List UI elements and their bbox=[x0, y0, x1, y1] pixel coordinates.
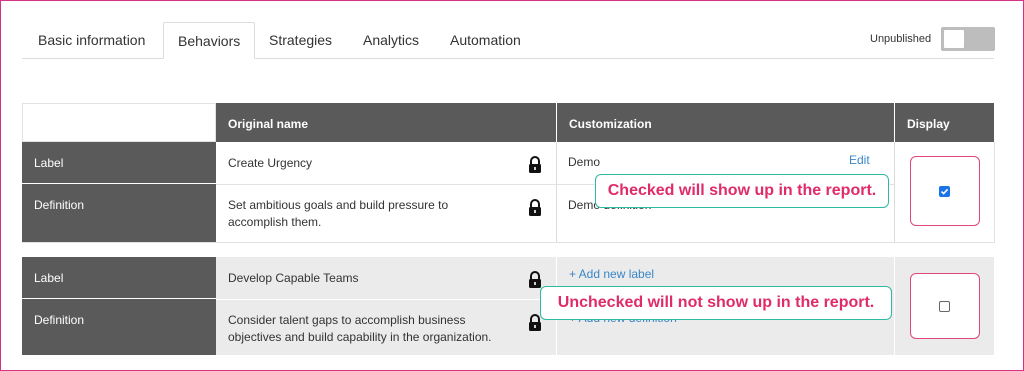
original-definition: Set ambitious goals and build pressure t… bbox=[228, 198, 449, 229]
row-head-definition: Definition bbox=[22, 299, 216, 355]
display-checkbox-unchecked[interactable] bbox=[939, 301, 950, 312]
customization-label[interactable]: Demo bbox=[556, 155, 756, 169]
toggle-knob bbox=[944, 30, 964, 48]
table-header: Original name Customization Display bbox=[22, 103, 994, 142]
header-original-name: Original name bbox=[216, 103, 556, 142]
tab-bar: Basic information Behaviors Strategies A… bbox=[22, 22, 994, 59]
row-head-definition: Definition bbox=[22, 184, 216, 242]
callout-unchecked: Unchecked will not show up in the report… bbox=[540, 286, 892, 320]
original-definition: Consider talent gaps to accomplish busin… bbox=[228, 313, 492, 344]
row-head-label: Label bbox=[22, 142, 216, 184]
original-label: Create Urgency bbox=[228, 156, 313, 170]
callout-checked: Checked will show up in the report. bbox=[595, 174, 889, 208]
tab-strategies[interactable]: Strategies bbox=[255, 22, 346, 58]
header-customization: Customization bbox=[556, 103, 894, 142]
header-blank bbox=[22, 103, 216, 142]
lock-icon bbox=[529, 271, 541, 288]
row-head-label: Label bbox=[22, 257, 216, 299]
publish-toggle[interactable] bbox=[941, 27, 995, 51]
tab-analytics[interactable]: Analytics bbox=[349, 22, 433, 58]
edit-link[interactable]: Edit bbox=[849, 153, 870, 167]
display-checkbox-checked[interactable] bbox=[939, 186, 950, 197]
tab-basic-information[interactable]: Basic information bbox=[24, 22, 159, 58]
row-divider bbox=[216, 299, 556, 300]
lock-icon bbox=[529, 156, 541, 173]
header-display: Display bbox=[894, 103, 994, 142]
column-divider bbox=[894, 257, 895, 355]
tab-automation[interactable]: Automation bbox=[436, 22, 535, 58]
tab-behaviors[interactable]: Behaviors bbox=[163, 22, 256, 59]
publish-status-label: Unpublished bbox=[870, 33, 932, 45]
original-label: Develop Capable Teams bbox=[228, 271, 359, 285]
checkmark-icon bbox=[940, 188, 949, 195]
column-divider bbox=[894, 142, 895, 242]
lock-icon bbox=[529, 199, 541, 216]
add-new-label-link[interactable]: + Add new label bbox=[569, 267, 654, 281]
